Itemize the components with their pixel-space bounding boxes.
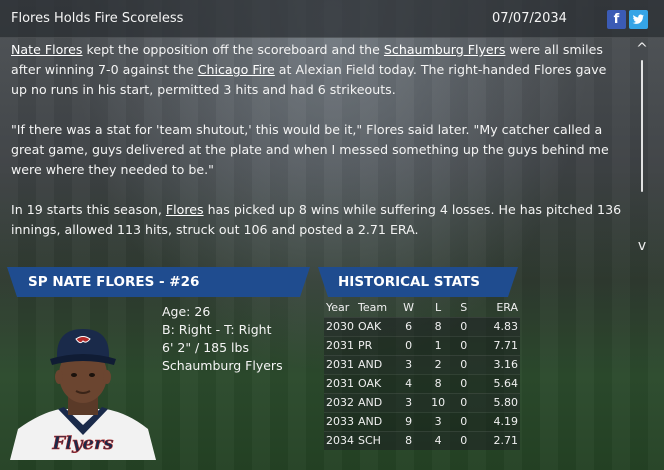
stats-row: 2031 OAK 4 8 0 5.64: [324, 374, 520, 393]
team-link[interactable]: Schaumburg Flyers: [384, 42, 505, 57]
stats-row: 2030 OAK 6 8 0 4.83: [324, 317, 520, 336]
article-paragraph: Nate Flores kept the opposition off the …: [11, 42, 607, 97]
stats-row: 2032 AND 3 10 0 5.80: [324, 393, 520, 412]
historical-stats-table: Year Team W L S ERA 2030 OAK 6 8 0 4.83 …: [324, 298, 520, 450]
twitter-bird-icon: [632, 14, 644, 24]
headline: Flores Holds Fire Scoreless: [11, 11, 184, 26]
player-avatar: Flyers: [10, 329, 156, 460]
news-header: Flores Holds Fire Scoreless 07/07/2034 f: [0, 0, 664, 38]
article-date: 07/07/2034: [492, 11, 567, 26]
article-paragraph: "If there was a stat for 'team shutout,'…: [11, 122, 609, 177]
stats-row: 2033 AND 9 3 0 4.19: [324, 412, 520, 431]
col-year[interactable]: Year: [324, 298, 356, 317]
player-banner: SP NATE FLORES - #26: [7, 267, 310, 297]
player-bio: Age: 26 B: Right - T: Right 6' 2" / 185 …: [162, 303, 283, 375]
article-body: Nate Flores kept the opposition off the …: [11, 40, 626, 250]
player-bats-throws: B: Right - T: Right: [162, 322, 272, 337]
col-era[interactable]: ERA: [476, 298, 520, 317]
article-paragraph: In 19 starts this season, Flores has pic…: [11, 202, 622, 237]
stats-row: 2031 AND 3 2 0 3.16: [324, 355, 520, 374]
scrollbar[interactable]: [641, 60, 643, 192]
jersey-wordmark: Flyers: [51, 433, 113, 454]
scroll-down-arrow[interactable]: v: [636, 238, 648, 254]
scroll-up-arrow[interactable]: ^: [636, 41, 648, 57]
stats-row: 2031 PR 0 1 0 7.71: [324, 336, 520, 355]
historical-stats-banner: HISTORICAL STATS: [318, 267, 518, 297]
col-saves[interactable]: S: [451, 298, 477, 317]
player-age: Age: 26: [162, 304, 211, 319]
pitcher-link[interactable]: Flores: [166, 202, 204, 217]
stats-header-row: Year Team W L S ERA: [324, 298, 520, 317]
facebook-share-icon[interactable]: f: [607, 10, 626, 29]
twitter-share-icon[interactable]: [629, 10, 648, 29]
player-size: 6' 2" / 185 lbs: [162, 340, 249, 355]
col-wins[interactable]: W: [392, 298, 425, 317]
stats-row: 2034 SCH 8 4 0 2.71: [324, 431, 520, 450]
col-losses[interactable]: L: [425, 298, 451, 317]
col-team[interactable]: Team: [356, 298, 392, 317]
pitcher-link[interactable]: Nate Flores: [11, 42, 83, 57]
player-team: Schaumburg Flyers: [162, 358, 283, 373]
opponent-link[interactable]: Chicago Fire: [198, 62, 275, 77]
